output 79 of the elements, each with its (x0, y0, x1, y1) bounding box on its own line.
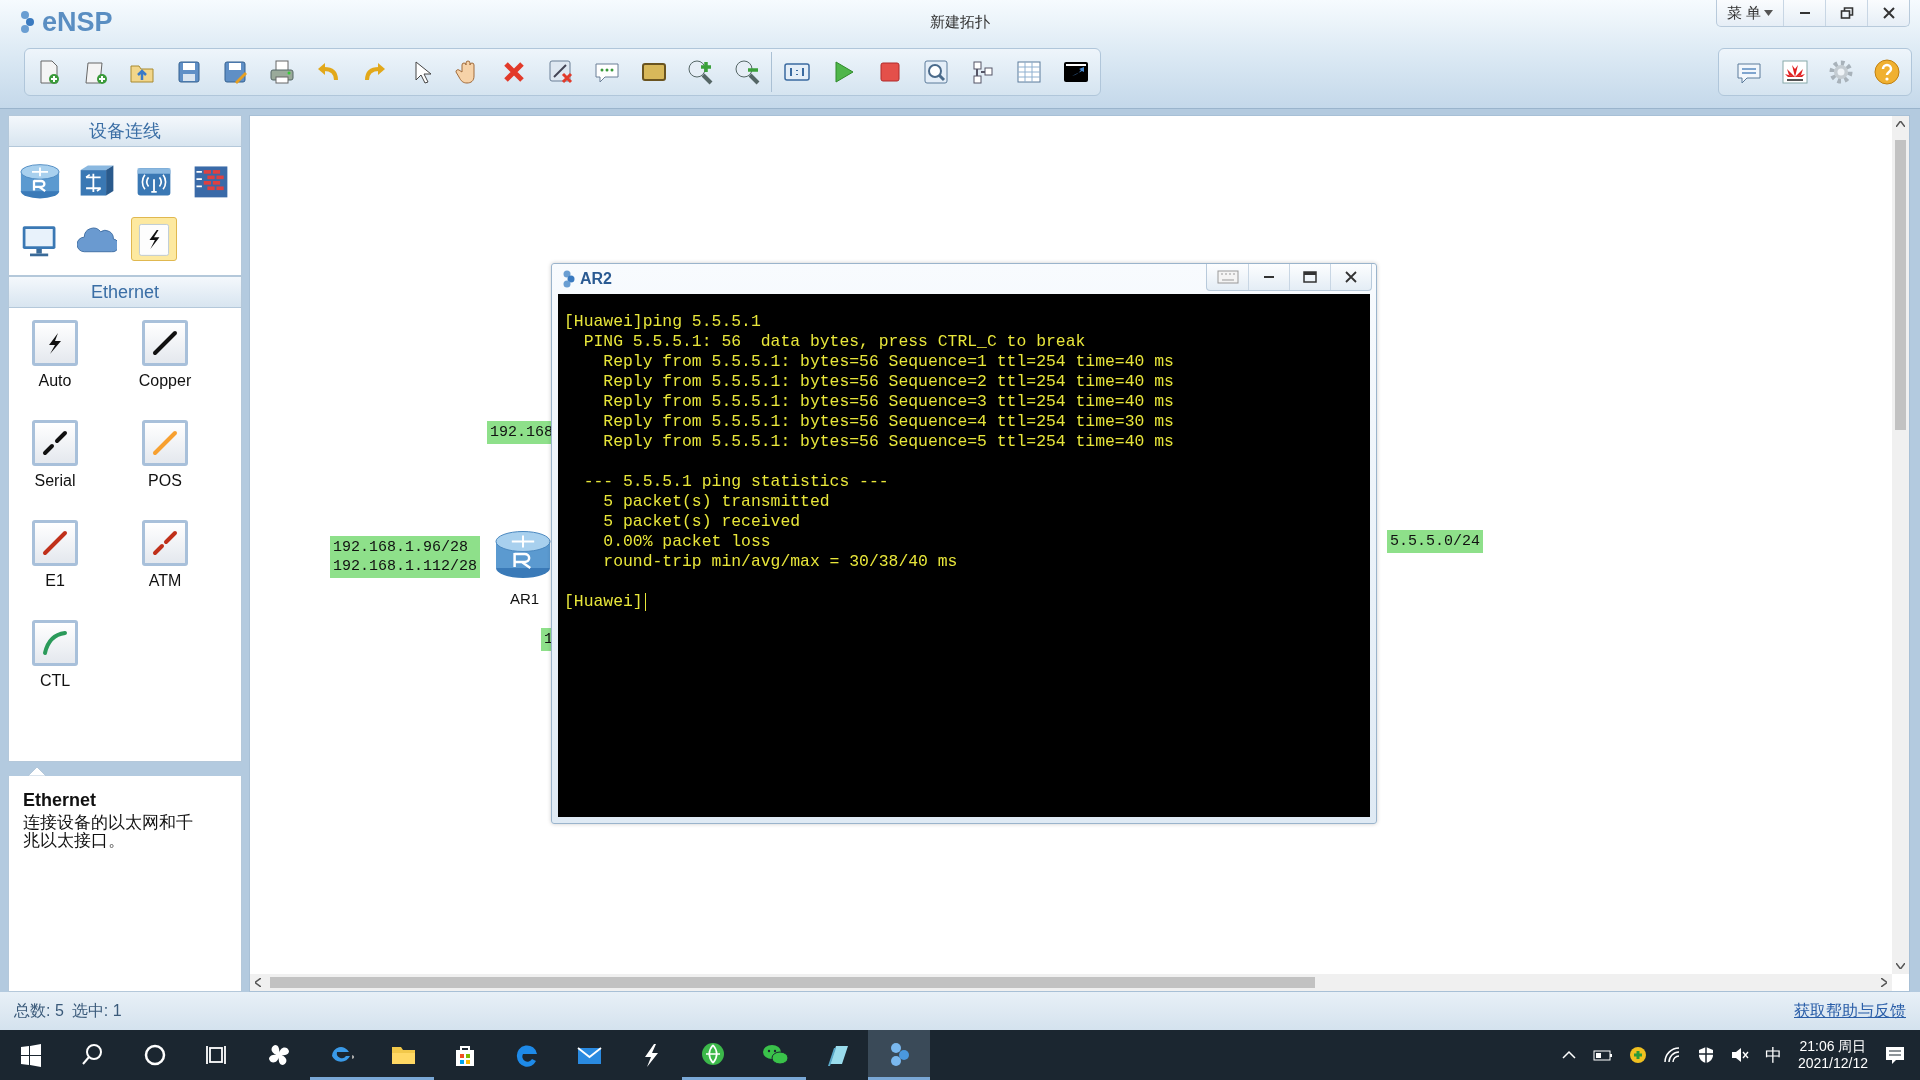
minimize-icon (1264, 276, 1274, 278)
maximize-icon (1303, 271, 1317, 283)
horizontal-scrollbar[interactable] (250, 974, 1892, 991)
terminal-line: PING 5.5.5.1: 56 data bytes, press CTRL_C to break (582, 332, 1086, 352)
info-title: Ethernet (23, 790, 97, 811)
dashed-line-icon (42, 430, 68, 456)
line-icon (152, 430, 178, 456)
caret-icon (1764, 10, 1774, 16)
pinwheel-icon[interactable] (266, 1042, 292, 1068)
battery-icon[interactable] (1592, 1048, 1613, 1062)
cable-type-button[interactable] (32, 420, 78, 466)
start-icon[interactable] (18, 1042, 44, 1068)
zoom-out-icon[interactable] (732, 58, 761, 86)
total-count: 总数: 5 (14, 1000, 64, 1021)
cable-label: E1 (45, 572, 65, 590)
capture-icon[interactable] (922, 58, 950, 86)
shield-icon[interactable] (1696, 1046, 1715, 1064)
wifi-icon[interactable] (1662, 1046, 1681, 1064)
section-header: 设备连线 (8, 115, 242, 147)
terminal-line: Reply from 5.5.5.1: bytes=56 Sequence=3 ttl=254 time=40 ms (602, 392, 1174, 412)
keyboard-icon (1216, 269, 1239, 285)
section-header: Ethernet (8, 276, 242, 308)
print-icon[interactable] (267, 58, 296, 86)
cable-label: ATM (148, 572, 182, 590)
help-icon[interactable] (1873, 58, 1901, 86)
scrollbar-thumb[interactable] (1895, 140, 1906, 430)
terminal-line: Reply from 5.5.5.1: bytes=56 Sequence=1 ttl=254 time=40 ms (602, 352, 1174, 372)
clock-date[interactable]: 2021/12/12 (1797, 1055, 1868, 1072)
close-icon (1881, 6, 1896, 20)
terminal-line: Reply from 5.5.5.1: bytes=56 Sequence=4 ttl=254 time=30 ms (602, 412, 1174, 432)
cable-label: Serial (34, 472, 76, 490)
cable-type-button[interactable] (32, 320, 78, 366)
terminal-line: 5 packet(s) transmitted (602, 492, 830, 512)
network-label: 5.5.5.0/24 (1387, 530, 1483, 553)
notification-icon[interactable] (1884, 1044, 1906, 1066)
globe-icon[interactable] (700, 1040, 726, 1067)
restore-icon (1839, 6, 1854, 20)
terminal-line: Reply from 5.5.5.1: bytes=56 Sequence=5 ttl=254 time=40 ms (602, 432, 1174, 452)
help-link[interactable]: 获取帮助与反馈 (1794, 1000, 1906, 1022)
save-as-icon[interactable] (221, 58, 249, 86)
device-label: AR1 (510, 590, 540, 607)
router-icon (20, 161, 60, 201)
input-method-indicator[interactable]: 中 (1764, 1043, 1782, 1067)
cable-label: Auto (38, 372, 72, 390)
terminal-line: 0.00% packet loss (602, 532, 771, 552)
terminal-line: 5 packet(s) received (602, 512, 801, 532)
zoom-in-icon[interactable] (686, 58, 714, 86)
terminal-line: round-trip min/avg/max = 30/38/40 ms (602, 552, 958, 572)
curve-icon (42, 630, 68, 656)
terminal-line: [Huawei] (564, 592, 643, 612)
clock-time[interactable]: 21:06 周日 (1799, 1038, 1867, 1055)
terminal-line: Reply from 5.5.5.1: bytes=56 Sequence=2 ttl=254 time=40 ms (602, 372, 1174, 392)
terminal-line: [Huawei]ping 5.5.5.1 (564, 312, 761, 332)
info-text: 连接设备的以太网和千兆以太接口。 (23, 814, 194, 850)
network-label: 192.168.1.96/28 192.168.1.112/28 (330, 536, 481, 578)
app-logo-text: eNSP (42, 6, 113, 38)
flower-logo-icon[interactable] (1781, 58, 1809, 86)
muted-speaker-icon[interactable] (1730, 1046, 1749, 1064)
line-icon (152, 330, 178, 356)
cable-label: POS (148, 472, 182, 490)
cable-type-button[interactable] (142, 320, 188, 366)
selected-count: 选中: 1 (71, 1000, 122, 1021)
cable-label: Copper (138, 372, 192, 390)
window-title: 新建拓扑 (930, 12, 990, 30)
minimize-icon (1799, 12, 1810, 14)
device-category-tile[interactable] (131, 217, 177, 261)
edge-icon[interactable] (514, 1042, 540, 1068)
dashed-line-icon (152, 530, 178, 556)
vertical-scrollbar[interactable] (1892, 116, 1909, 974)
terminal-line: --- 5.5.5.1 ping statistics --- (582, 472, 889, 492)
close-icon (1345, 271, 1357, 283)
scrollbar-thumb[interactable] (270, 977, 1315, 988)
circle-icon[interactable] (142, 1042, 168, 1068)
cable-label: CTL (39, 672, 71, 690)
window-title: AR2 (580, 270, 612, 288)
router-icon[interactable] (495, 529, 551, 579)
line-icon (42, 530, 68, 556)
delete-link-icon[interactable] (546, 58, 575, 86)
text-cursor (644, 593, 646, 611)
